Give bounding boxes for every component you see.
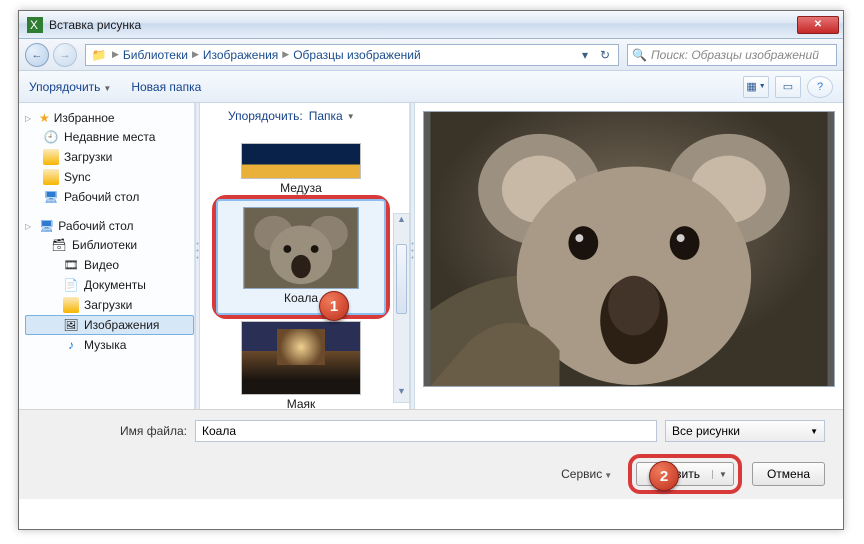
file-thumb-koala[interactable] [243, 207, 359, 289]
file-thumb-mayak[interactable]: Маяк [216, 321, 386, 411]
tree-item-documents[interactable]: 📄Документы [25, 275, 194, 295]
koala-thumbnail-image [244, 208, 358, 288]
search-placeholder: Поиск: Образцы изображений [651, 48, 819, 62]
annotation-badge-2: 2 [649, 461, 679, 491]
tree-item-downloads2[interactable]: Загрузки [25, 295, 194, 315]
help-button[interactable]: ? [807, 76, 833, 98]
chevron-right-icon: ▶ [112, 49, 119, 60]
preview-pane [415, 103, 843, 409]
nav-back-button[interactable]: ← [25, 43, 49, 67]
scroll-thumb[interactable] [396, 244, 407, 314]
folder-icon [43, 149, 59, 165]
insert-highlight: Вставить ▼ [628, 454, 742, 494]
folder-icon [43, 169, 59, 185]
view-menu-button[interactable]: ▦▼ [743, 76, 769, 98]
search-icon: 🔍 [632, 48, 647, 62]
splitter[interactable] [410, 103, 415, 409]
filename-input[interactable]: Коала [195, 420, 657, 442]
chevron-down-icon: ▼ [103, 84, 111, 93]
star-icon: ★ [39, 111, 50, 125]
tree-item-video[interactable]: 🎞Видео [25, 255, 194, 275]
chevron-down-icon[interactable]: ▾ [576, 48, 594, 62]
tree-item-downloads[interactable]: Загрузки [25, 147, 194, 167]
folder-icon: 📁 [90, 48, 108, 62]
video-icon: 🎞 [63, 257, 79, 273]
file-thumb-medusa[interactable]: Медуза [216, 143, 386, 195]
view-dropdown[interactable]: Папка▼ [309, 109, 355, 123]
address-bar[interactable]: 📁 ▶ Библиотеки ▶ Изображения ▶ Образцы и… [85, 44, 619, 66]
desktop-icon: 🖥 [39, 219, 54, 233]
breadcrumb[interactable]: Библиотеки [123, 48, 188, 62]
tree-favorites[interactable]: ★Избранное [25, 109, 194, 127]
preview-toggle-button[interactable]: ▭ [775, 76, 801, 98]
cancel-button[interactable]: Отмена [752, 462, 825, 486]
organize-label: Упорядочить: [228, 109, 303, 123]
tree-libraries[interactable]: 🗃Библиотеки [25, 235, 194, 255]
preview-image [423, 111, 835, 387]
desktop-icon: 🖥 [43, 189, 59, 205]
breadcrumb[interactable]: Образцы изображений [293, 48, 420, 62]
scroll-up-icon[interactable]: ▲ [394, 214, 409, 230]
selection-highlight: Коала [212, 195, 390, 319]
annotation-badge-1: 1 [319, 291, 349, 321]
insert-dropdown-arrow[interactable]: ▼ [712, 470, 733, 479]
search-input[interactable]: 🔍 Поиск: Образцы изображений [627, 44, 837, 66]
folder-icon [63, 297, 79, 313]
file-caption: Коала [228, 291, 374, 305]
svg-text:X: X [30, 18, 38, 32]
scroll-down-icon[interactable]: ▼ [394, 386, 409, 402]
chevron-down-icon: ▼ [810, 427, 818, 436]
music-icon: ♪ [63, 337, 79, 353]
new-folder-button[interactable]: Новая папка [131, 80, 201, 94]
filetype-dropdown[interactable]: Все рисунки▼ [665, 420, 825, 442]
tree-item-desktop[interactable]: 🖥Рабочий стол [25, 187, 194, 207]
filename-label: Имя файла: [37, 424, 187, 438]
refresh-icon[interactable]: ↻ [596, 48, 614, 62]
library-icon: 🗃 [51, 237, 67, 253]
tree-item-sync[interactable]: Sync [25, 167, 194, 187]
document-icon: 📄 [63, 277, 79, 293]
tree-item-music[interactable]: ♪Музыка [25, 335, 194, 355]
chevron-right-icon: ▶ [282, 49, 289, 60]
nav-tree: ★Избранное 🕘Недавние места Загрузки Sync… [19, 103, 195, 409]
nav-forward-button[interactable]: → [53, 43, 77, 67]
file-list: Упорядочить: Папка▼ Медуза [200, 103, 410, 409]
chevron-down-icon: ▼ [604, 471, 612, 480]
service-menu[interactable]: Сервис▼ [561, 467, 612, 481]
scrollbar[interactable]: ▲ ▼ [393, 213, 410, 403]
recent-icon: 🕘 [43, 129, 59, 145]
tree-item-recent[interactable]: 🕘Недавние места [25, 127, 194, 147]
tree-desktop-group[interactable]: 🖥Рабочий стол [25, 217, 194, 235]
excel-app-icon: X [27, 17, 43, 33]
window-title: Вставка рисунка [49, 18, 797, 32]
image-icon: 🖼 [63, 317, 79, 333]
close-button[interactable]: ✕ [797, 16, 839, 34]
chevron-right-icon: ▶ [192, 49, 199, 60]
breadcrumb[interactable]: Изображения [203, 48, 278, 62]
organize-menu[interactable]: Упорядочить▼ [29, 80, 111, 94]
tree-item-images[interactable]: 🖼Изображения [25, 315, 194, 335]
